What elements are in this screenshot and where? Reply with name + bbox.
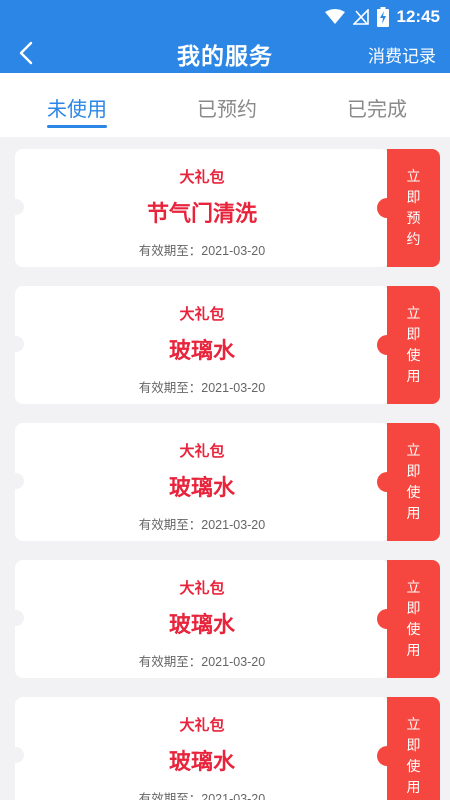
use-now-button[interactable]: 立即使用 bbox=[377, 286, 440, 404]
coupon-name: 玻璃水 bbox=[168, 476, 235, 501]
coupon-expiry: 有效期至：2021-03-20 bbox=[138, 655, 266, 669]
battery-charging-icon bbox=[376, 7, 389, 27]
tab-bar: 未使用 已预约 已完成 bbox=[0, 73, 450, 137]
action-label: 立即使用 bbox=[406, 443, 421, 522]
status-icons: 12:45 bbox=[324, 6, 440, 28]
coupon-tag: 大礼包 bbox=[179, 168, 225, 186]
coupon-expiry: 有效期至：2021-03-20 bbox=[138, 244, 266, 258]
coupon-tag: 大礼包 bbox=[179, 716, 225, 734]
coupon-body: 大礼包 玻璃水 有效期至：2021-03-20 bbox=[8, 423, 389, 541]
action-label: 立即使用 bbox=[406, 306, 421, 385]
coupon-card: 大礼包 玻璃水 有效期至：2021-03-20 立即使用 bbox=[8, 697, 440, 800]
action-label: 立即使用 bbox=[406, 580, 421, 659]
coupon-card: 大礼包 玻璃水 有效期至：2021-03-20 立即使用 bbox=[8, 286, 440, 404]
app-bar: 我的服务 消费记录 bbox=[0, 33, 450, 73]
use-now-button[interactable]: 立即使用 bbox=[377, 423, 440, 541]
coupon-body: 大礼包 节气门清洗 有效期至：2021-03-20 bbox=[8, 149, 389, 267]
use-now-button[interactable]: 立即使用 bbox=[377, 560, 440, 678]
coupon-tag: 大礼包 bbox=[179, 442, 225, 460]
action-label: 立即预约 bbox=[406, 169, 421, 248]
use-now-button[interactable]: 立即使用 bbox=[377, 697, 440, 800]
status-bar: 12:45 bbox=[0, 0, 450, 33]
book-now-button[interactable]: 立即预约 bbox=[377, 149, 440, 267]
coupon-card: 大礼包 节气门清洗 有效期至：2021-03-20 立即预约 bbox=[8, 149, 440, 267]
coupon-body: 大礼包 玻璃水 有效期至：2021-03-20 bbox=[8, 697, 389, 800]
coupon-tag: 大礼包 bbox=[179, 579, 225, 597]
tab-label: 未使用 bbox=[47, 97, 107, 121]
no-signal-icon bbox=[352, 9, 369, 25]
coupon-card: 大礼包 玻璃水 有效期至：2021-03-20 立即使用 bbox=[8, 423, 440, 541]
action-label: 立即使用 bbox=[406, 717, 421, 796]
status-time: 12:45 bbox=[396, 7, 440, 26]
coupon-expiry: 有效期至：2021-03-20 bbox=[138, 381, 266, 395]
tab-booked[interactable]: 已预约 bbox=[167, 93, 287, 122]
tab-label: 已预约 bbox=[197, 97, 257, 121]
tab-completed[interactable]: 已完成 bbox=[317, 93, 437, 122]
coupon-expiry: 有效期至：2021-03-20 bbox=[138, 792, 266, 800]
tab-active-indicator bbox=[47, 125, 107, 128]
tab-label: 已完成 bbox=[347, 97, 407, 121]
coupon-name: 节气门清洗 bbox=[146, 202, 257, 227]
coupon-body: 大礼包 玻璃水 有效期至：2021-03-20 bbox=[8, 560, 389, 678]
coupon-expiry: 有效期至：2021-03-20 bbox=[138, 518, 266, 532]
coupon-name: 玻璃水 bbox=[168, 750, 235, 775]
coupon-tag: 大礼包 bbox=[179, 305, 225, 323]
coupon-card: 大礼包 玻璃水 有效期至：2021-03-20 立即使用 bbox=[8, 560, 440, 678]
consumption-records-button[interactable]: 消费记录 bbox=[368, 42, 436, 67]
coupon-body: 大礼包 玻璃水 有效期至：2021-03-20 bbox=[8, 286, 389, 404]
tab-unused[interactable]: 未使用 bbox=[17, 93, 137, 128]
coupon-name: 玻璃水 bbox=[168, 613, 235, 638]
coupon-name: 玻璃水 bbox=[168, 339, 235, 364]
wifi-icon bbox=[324, 9, 345, 24]
coupon-list[interactable]: 大礼包 节气门清洗 有效期至：2021-03-20 立即预约 大礼包 玻璃水 有… bbox=[0, 137, 450, 800]
